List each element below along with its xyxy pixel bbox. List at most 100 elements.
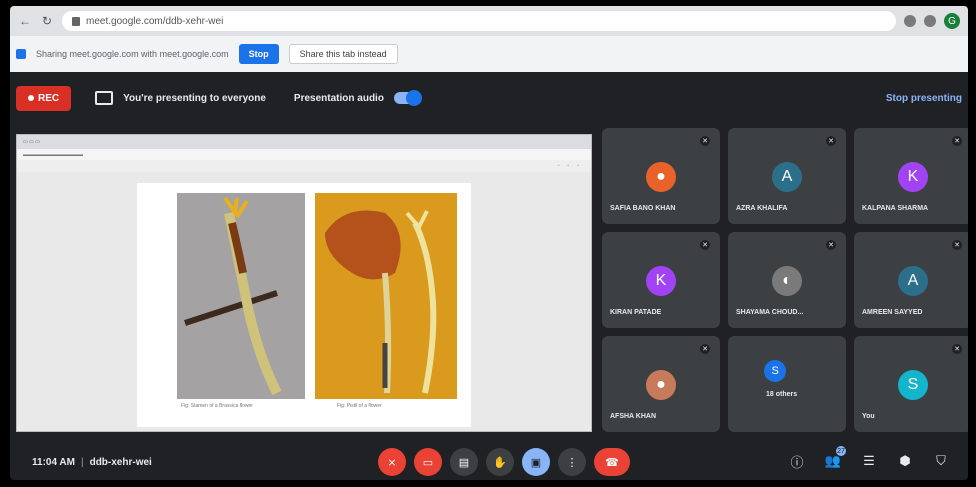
recording-badge[interactable]: REC [16,85,72,111]
toggle-knob [405,90,422,106]
others-count: 18 others [766,391,798,398]
caption-right: Fig: Pistil of a flower [337,403,382,409]
meeting-code: ddb-xehr-wei [89,456,152,468]
present-icon: ▣ [530,456,542,469]
participant-avatar: A [772,162,802,192]
participant-tile[interactable]: ✕ ◐ SHAYAMA CHOUD... [728,232,846,328]
participant-tile[interactable]: ✕ ● AFSHA KHAN [602,336,720,432]
participants-count-badge: 27 [836,446,846,456]
share-message: Sharing meet.google.com with meet.google… [36,49,229,59]
participant-name: SHAYAMA CHOUD... [736,309,804,316]
others-tile[interactable]: S 18 others [728,336,846,432]
screen-share-bar: Sharing meet.google.com with meet.google… [10,36,968,72]
participant-name: KIRAN PATADE [610,309,662,316]
self-avatar: S [898,370,928,400]
shared-pdf-toolbar: ▫ ▫ ▫ [17,160,591,172]
url-text: meet.google.com/ddb-xehr-wei [86,15,224,27]
lock-icon [72,16,80,26]
profile-avatar[interactable]: G [944,13,960,29]
address-bar[interactable]: meet.google.com/ddb-xehr-wei [62,11,896,31]
shared-browser-tabs: ▭ ▭ ▭ [17,135,591,149]
host-controls-button[interactable]: ⛉ [932,452,950,470]
stamen-photo [177,193,305,399]
participant-tile[interactable]: ✕ K KALPANA SHARMA [854,128,968,224]
meeting-time: 11:04 AM [32,456,75,468]
participant-avatar-image: ● [646,370,676,400]
participant-avatar: K [646,266,676,296]
mic-off-icon: ✕ [826,136,836,146]
mic-off-icon: ✕ [952,344,962,354]
participant-tile[interactable]: ✕ A AMREEN SAYYED [854,232,968,328]
shared-address-bar: ▬▬▬▬▬▬▬▬▬▬▬▬ [17,149,591,160]
camera-off-icon: ▭ [422,456,434,469]
activities-icon: ⬢ [899,453,911,468]
share-indicator-icon [16,49,26,59]
chat-button[interactable]: ☰ [860,452,878,470]
participant-name: KALPANA SHARMA [862,205,929,212]
browser-toolbar: ← ↻ meet.google.com/ddb-xehr-wei G [10,6,968,36]
captions-icon: ▤ [458,456,470,469]
more-options-button[interactable]: ⋮ [558,448,586,476]
extension-icon[interactable] [924,15,936,27]
participant-name: AMREEN SAYYED [862,309,923,316]
others-avatar-group: S [764,360,787,382]
presentation-audio-toggle[interactable] [393,90,422,106]
leave-call-button[interactable]: ☎ [594,448,630,476]
presentation-audio-label: Presentation audio [293,92,384,104]
stop-sharing-button[interactable]: Stop [238,44,279,64]
camera-toggle-button[interactable]: ▭ [414,448,442,476]
participant-name: SAFIA BANO KHAN [610,205,676,212]
meet-bottom-bar: 11:04 AM | ddb-xehr-wei ⨯ ▭ ▤ ✋ ▣ ⋮ ☎ ⓘ … [10,444,968,480]
share-this-tab-button[interactable]: Share this tab instead [288,44,398,64]
meet-window: ← ↻ meet.google.com/ddb-xehr-wei G Shari… [10,6,968,480]
stop-presenting-button[interactable]: Stop presenting [886,93,962,104]
participant-tile[interactable]: ✕ A AZRA KHALIFA [728,128,846,224]
self-tile[interactable]: ✕ S You [854,336,968,432]
record-dot-icon [28,95,34,101]
shield-icon: ⛉ [936,453,946,468]
meeting-details-button[interactable]: ⓘ [788,452,806,470]
meet-top-bar: REC You're presenting to everyone Presen… [10,72,968,124]
reload-icon[interactable]: ↻ [40,14,54,28]
participant-name: AFSHA KHAN [610,413,657,420]
activities-button[interactable]: ⬢ [896,452,914,470]
participant-tile[interactable]: ✕ K KIRAN PATADE [602,232,720,328]
captions-button[interactable]: ▤ [450,448,478,476]
extension-icon[interactable] [904,15,916,27]
participant-avatar-image: ◐ [772,266,802,296]
participant-avatar: K [898,162,928,192]
separator: | [80,456,84,468]
shared-tab: ▭ ▭ ▭ [23,139,40,145]
more-vert-icon: ⋮ [566,456,578,469]
mic-off-icon: ✕ [826,240,836,250]
hang-up-icon: ☎ [605,456,619,469]
pdf-tool-icon: ▫ [557,163,560,169]
caption-left: Fig: Stamen of a Brassica flower [181,403,253,409]
present-screen-icon [95,91,114,105]
shared-screen: ▭ ▭ ▭ ▬▬▬▬▬▬▬▬▬▬▬▬ ▫ ▫ ▫ Fig: Stamen of … [16,134,592,432]
participant-tile[interactable]: ✕ ● SAFIA BANO KHAN [602,128,720,224]
people-button[interactable]: 👥 27 [824,446,846,470]
mic-off-icon: ✕ [952,136,962,146]
self-name: You [862,413,875,420]
back-icon[interactable]: ← [18,14,32,28]
rec-label: REC [38,92,60,104]
shared-document-page: Fig: Stamen of a Brassica flower Fig: Pi… [137,183,471,427]
participant-avatar-image: ● [646,162,676,192]
call-controls: ⨯ ▭ ▤ ✋ ▣ ⋮ ☎ [378,448,630,476]
hand-icon: ✋ [493,456,507,469]
mic-off-icon: ✕ [952,240,962,250]
present-button[interactable]: ▣ [522,448,550,476]
mic-off-icon: ✕ [700,136,710,146]
raise-hand-button[interactable]: ✋ [486,448,514,476]
info-icon: ⓘ [790,454,804,470]
mic-off-icon: ✕ [700,344,710,354]
pdf-tool-icon: ▫ [577,163,579,169]
side-panel-controls: ⓘ 👥 27 ☰ ⬢ ⛉ [788,446,950,470]
pdf-tool-icon: ▫ [567,163,570,169]
participant-avatar: A [898,266,928,296]
chat-icon: ☰ [863,453,875,468]
shared-url: ▬▬▬▬▬▬▬▬▬▬▬▬ [23,151,83,158]
mic-off-icon: ⨯ [387,456,397,469]
mic-toggle-button[interactable]: ⨯ [378,448,406,476]
